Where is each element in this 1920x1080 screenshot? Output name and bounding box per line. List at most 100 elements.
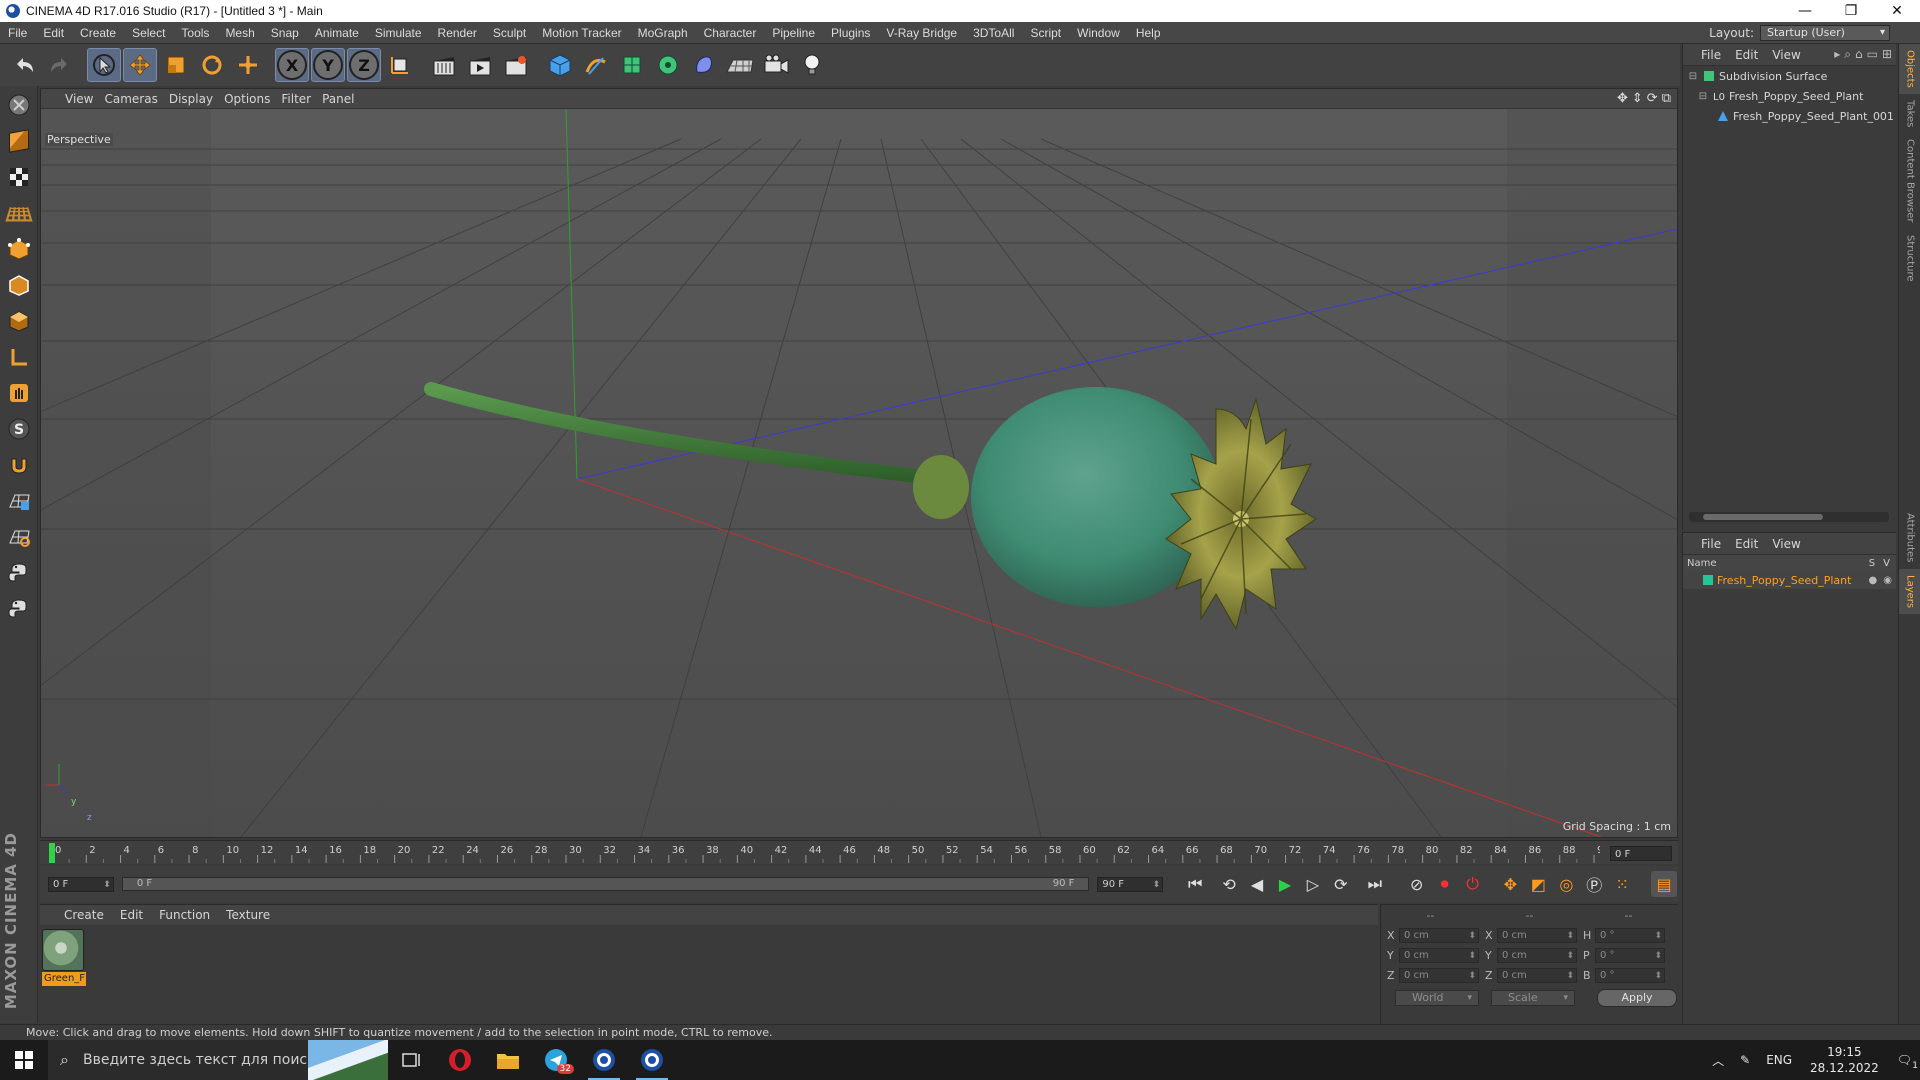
menu-animate[interactable]: Animate bbox=[307, 22, 367, 44]
start-frame-field[interactable]: 0 F bbox=[48, 876, 114, 892]
material-thumbnail[interactable] bbox=[42, 929, 84, 971]
undo-button[interactable] bbox=[7, 48, 41, 82]
size-x-field[interactable]: 0 cm bbox=[1497, 927, 1577, 943]
coordinate-space-dropdown[interactable]: World bbox=[1395, 990, 1479, 1006]
python-script-2-button[interactable] bbox=[2, 592, 36, 626]
add-mograph-button[interactable] bbox=[651, 48, 685, 82]
render-picture-viewer-button[interactable] bbox=[463, 48, 497, 82]
dolly-view-icon[interactable]: ⇕ bbox=[1632, 91, 1643, 106]
add-spline-button[interactable] bbox=[579, 48, 613, 82]
timeline-ruler[interactable]: 0 2 4 6 8 10 12 14 16 18 20 22 24 26 28 30 32 34 36 38 40 42 4… bbox=[40, 840, 1678, 864]
rotation-h-field[interactable]: 0 ° bbox=[1595, 927, 1665, 943]
add-floor-button[interactable] bbox=[723, 48, 757, 82]
menu-sculpt[interactable]: Sculpt bbox=[485, 22, 534, 44]
tab-attributes[interactable]: Attributes bbox=[1899, 507, 1920, 568]
layer-color-swatch[interactable] bbox=[1703, 575, 1713, 585]
size-y-field[interactable]: 0 cm bbox=[1497, 947, 1577, 963]
redo-button[interactable] bbox=[43, 48, 77, 82]
next-keyframe-button[interactable]: ⟳ bbox=[1328, 871, 1354, 897]
object-row-poppy-plant[interactable]: ⊟ L0 Fresh_Poppy_Seed_Plant bbox=[1683, 86, 1896, 106]
expand-menu-icon[interactable]: ▸ bbox=[1834, 47, 1840, 62]
workplane-rotate-button[interactable] bbox=[2, 520, 36, 554]
home-icon[interactable]: ⌂ bbox=[1855, 47, 1863, 62]
menu-vray-bridge[interactable]: V-Ray Bridge bbox=[878, 22, 965, 44]
record-keys-disabled-button[interactable]: ⊘ bbox=[1404, 871, 1430, 897]
key-point-level-button[interactable]: ⁙ bbox=[1609, 871, 1635, 897]
clock[interactable]: 19:15 28.12.2022 bbox=[1800, 1044, 1889, 1076]
collapse-toggle-icon[interactable]: ⊟ bbox=[1687, 71, 1699, 82]
tab-layers[interactable]: Layers bbox=[1899, 568, 1920, 614]
objects-menu-file[interactable]: File bbox=[1701, 48, 1735, 62]
scale-tool-button[interactable] bbox=[159, 48, 193, 82]
tab-content-browser[interactable]: Content Browser bbox=[1899, 133, 1920, 228]
snapping-button[interactable] bbox=[2, 448, 36, 482]
viewport-menu-display[interactable]: Display bbox=[169, 92, 224, 106]
menu-mograph[interactable]: MoGraph bbox=[630, 22, 696, 44]
layers-menu-edit[interactable]: Edit bbox=[1735, 537, 1772, 551]
taskbar-search[interactable]: ⌕ Введите здесь текст для поиска bbox=[48, 1040, 388, 1080]
viewport-menu-options[interactable]: Options bbox=[224, 92, 281, 106]
z-axis-lock-button[interactable]: Z bbox=[347, 48, 381, 82]
menu-mesh[interactable]: Mesh bbox=[217, 22, 262, 44]
menu-tools[interactable]: Tools bbox=[173, 22, 217, 44]
texture-mode-button[interactable] bbox=[2, 160, 36, 194]
object-manager-scrollbar[interactable] bbox=[1689, 512, 1889, 522]
workplane-lock-button[interactable] bbox=[2, 484, 36, 518]
viewport-canvas[interactable]: Perspective y z Grid Spacing : 1 cm bbox=[41, 109, 1677, 837]
viewport-menu-cameras[interactable]: Cameras bbox=[104, 92, 168, 106]
end-frame-field[interactable]: 90 F bbox=[1097, 876, 1164, 892]
next-frame-button[interactable]: ▷ bbox=[1300, 871, 1326, 897]
python-script-button[interactable] bbox=[2, 556, 36, 590]
material-menu-function[interactable]: Function bbox=[159, 908, 226, 922]
menu-character[interactable]: Character bbox=[696, 22, 765, 44]
viewport-perspective[interactable]: View Cameras Display Options Filter Pane… bbox=[40, 88, 1678, 838]
add-camera-button[interactable] bbox=[759, 48, 793, 82]
menu-help[interactable]: Help bbox=[1128, 22, 1169, 44]
layer-row[interactable]: Fresh_Poppy_Seed_Plant ● ◉ bbox=[1683, 571, 1896, 589]
material-menu-edit[interactable]: Edit bbox=[120, 908, 159, 922]
make-editable-button[interactable] bbox=[2, 88, 36, 122]
points-mode-button[interactable] bbox=[2, 232, 36, 266]
start-button[interactable] bbox=[0, 1040, 48, 1080]
key-position-button[interactable]: ✥ bbox=[1497, 871, 1523, 897]
menu-motion-tracker[interactable]: Motion Tracker bbox=[534, 22, 629, 44]
rotate-tool-button[interactable] bbox=[195, 48, 229, 82]
search-icon[interactable]: ⌕ bbox=[1844, 47, 1851, 62]
workplane-mode-button[interactable] bbox=[2, 196, 36, 230]
layout-dropdown[interactable]: Startup (User) bbox=[1760, 25, 1890, 41]
material-menu-texture[interactable]: Texture bbox=[226, 908, 286, 922]
autokeying-button[interactable]: ⏻ bbox=[1460, 871, 1486, 897]
transform-tool-button[interactable] bbox=[231, 48, 265, 82]
tab-objects[interactable]: Objects bbox=[1899, 44, 1920, 94]
menu-create[interactable]: Create bbox=[72, 22, 124, 44]
collapse-toggle-icon[interactable]: ⊟ bbox=[1697, 91, 1709, 102]
maximize-button[interactable]: ❐ bbox=[1828, 0, 1874, 22]
visibility-eye-icon[interactable]: ◉ bbox=[1883, 575, 1892, 586]
timeline-window-button[interactable]: ▤ bbox=[1651, 871, 1678, 897]
maximize-view-icon[interactable]: ⧉ bbox=[1662, 91, 1671, 106]
object-row-poppy-plant-001[interactable]: Fresh_Poppy_Seed_Plant_001 bbox=[1683, 106, 1896, 126]
input-language[interactable]: ENG bbox=[1758, 1053, 1800, 1067]
viewport-menu-panel[interactable]: Panel bbox=[322, 92, 365, 106]
preview-range-slider[interactable]: 0 F 90 F bbox=[121, 877, 1090, 891]
pan-view-icon[interactable]: ✥ bbox=[1617, 91, 1628, 106]
key-scale-button[interactable]: ◩ bbox=[1525, 871, 1551, 897]
material-menu-create[interactable]: Create bbox=[64, 908, 120, 922]
tweak-mode-button[interactable] bbox=[2, 376, 36, 410]
show-hidden-icons-chevron-icon[interactable]: ︿ bbox=[1704, 1052, 1732, 1069]
menu-pipeline[interactable]: Pipeline bbox=[764, 22, 823, 44]
coordinate-system-button[interactable] bbox=[383, 48, 417, 82]
record-active-objects-button[interactable]: ⏺ bbox=[1432, 871, 1458, 897]
render-view-button[interactable] bbox=[427, 48, 461, 82]
telegram-app[interactable]: 32 bbox=[532, 1040, 580, 1080]
material-name-label[interactable]: Green_F bbox=[42, 972, 86, 986]
y-axis-lock-button[interactable]: Y bbox=[311, 48, 345, 82]
tab-takes[interactable]: Takes bbox=[1899, 94, 1920, 133]
minimize-button[interactable]: — bbox=[1782, 0, 1828, 22]
layers-menu-file[interactable]: File bbox=[1701, 537, 1735, 551]
object-row-subdivision-surface[interactable]: ⊟ Subdivision Surface bbox=[1683, 66, 1896, 86]
key-rotation-button[interactable]: ◎ bbox=[1553, 871, 1579, 897]
render-settings-button[interactable] bbox=[499, 48, 533, 82]
menu-simulate[interactable]: Simulate bbox=[367, 22, 430, 44]
close-button[interactable]: ✕ bbox=[1874, 0, 1920, 22]
